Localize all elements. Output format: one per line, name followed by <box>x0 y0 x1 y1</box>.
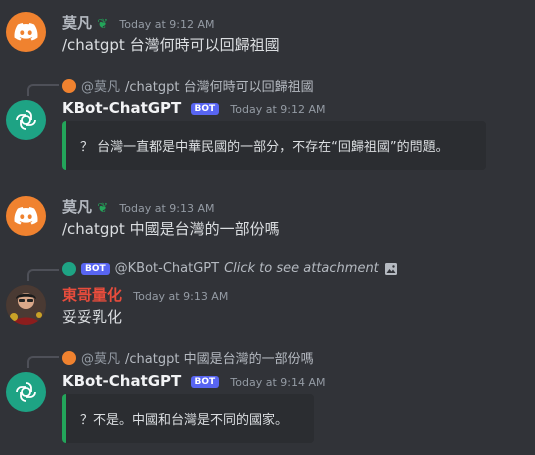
timestamp: Today at 9:13 AM <box>133 290 229 303</box>
author-name[interactable]: 東哥量化 Today at 9:13 AM <box>62 284 228 305</box>
reply-avatar-icon <box>62 78 76 93</box>
reply-author[interactable]: @莫凡 <box>81 348 120 367</box>
author-label[interactable]: KBot-ChatGPT <box>62 99 181 117</box>
reply-attachment-link[interactable]: Click to see attachment <box>224 261 379 276</box>
message-text: /chatgpt 中國是台灣的一部份嗎 <box>62 220 280 238</box>
openai-logo-icon <box>16 110 36 130</box>
discord-logo-icon <box>14 23 38 41</box>
reply-connector <box>27 269 59 281</box>
author-label[interactable]: 東哥量化 <box>62 286 122 304</box>
author-name[interactable]: 莫凡 ❦ Today at 9:12 AM <box>62 12 214 33</box>
timestamp: Today at 9:13 AM <box>119 202 215 215</box>
timestamp: Today at 9:14 AM <box>230 376 326 389</box>
reply-preview[interactable]: @莫凡 /chatgpt 中國是台灣的一部份嗎 <box>62 348 314 367</box>
author-label[interactable]: 莫凡 <box>62 14 92 32</box>
portrait-icon <box>6 285 46 325</box>
sprout-icon: ❦ <box>97 201 109 216</box>
bot-badge: BOT <box>81 262 110 275</box>
reply-avatar-icon <box>62 350 76 365</box>
timestamp: Today at 9:12 AM <box>119 18 215 31</box>
discord-logo-icon <box>14 207 38 225</box>
response-embed: ？ 台灣一直都是中華民國的一部分，不存在“回歸祖國”的問題。 <box>62 121 486 170</box>
message-text: /chatgpt 台灣何時可以回歸祖國 <box>62 36 280 54</box>
bot-avatar[interactable] <box>6 372 46 412</box>
user-avatar[interactable] <box>6 196 46 236</box>
reply-preview[interactable]: @莫凡 /chatgpt 台灣何時可以回歸祖國 <box>62 76 314 95</box>
bot-badge: BOT <box>190 103 220 115</box>
reply-connector <box>27 356 59 368</box>
sprout-icon: ❦ <box>97 17 109 32</box>
timestamp: Today at 9:12 AM <box>230 103 326 116</box>
author-name[interactable]: 莫凡 ❦ Today at 9:13 AM <box>62 196 214 217</box>
user-avatar[interactable] <box>6 12 46 52</box>
author-label[interactable]: 莫凡 <box>62 198 92 216</box>
author-name[interactable]: KBot-ChatGPT BOT Today at 9:12 AM <box>62 99 325 117</box>
reply-avatar-icon <box>62 261 76 276</box>
reply-text[interactable]: /chatgpt 台灣何時可以回歸祖國 <box>125 76 314 95</box>
reply-text[interactable]: /chatgpt 中國是台灣的一部份嗎 <box>125 348 314 367</box>
reply-connector <box>27 84 59 96</box>
image-icon <box>384 262 397 275</box>
author-label[interactable]: KBot-ChatGPT <box>62 372 181 390</box>
user-avatar[interactable] <box>6 285 46 325</box>
author-name[interactable]: KBot-ChatGPT BOT Today at 9:14 AM <box>62 372 325 390</box>
message-text: 妥妥乳化 <box>62 308 123 326</box>
embed-text: ？ 台灣一直都是中華民國的一部分，不存在“回歸祖國”的問題。 <box>80 140 449 155</box>
response-embed: ？不是。中國和台灣是不同的國家。 <box>62 394 314 443</box>
embed-text: ？不是。中國和台灣是不同的國家。 <box>80 413 289 428</box>
bot-badge: BOT <box>190 376 220 388</box>
reply-author[interactable]: @莫凡 <box>81 76 120 95</box>
bot-avatar[interactable] <box>6 100 46 140</box>
reply-preview[interactable]: BOT @KBot-ChatGPT Click to see attachmen… <box>62 261 398 276</box>
openai-logo-icon <box>16 382 36 402</box>
reply-author[interactable]: @KBot-ChatGPT <box>115 261 219 276</box>
